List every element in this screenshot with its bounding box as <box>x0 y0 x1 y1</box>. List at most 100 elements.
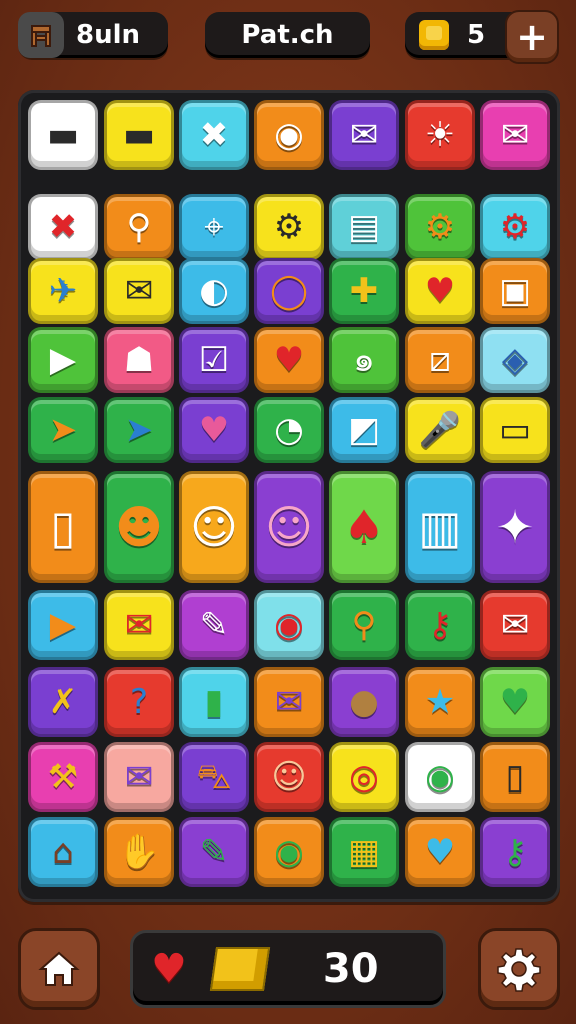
tile-map-pin[interactable]: ⌖ <box>179 194 249 260</box>
tile-phone[interactable]: ▯ <box>28 471 98 583</box>
tile-plane[interactable]: ✈ <box>28 258 98 324</box>
tile-machine[interactable]: ▥ <box>405 471 475 583</box>
swirl-ball-icon: ◉ <box>425 757 455 797</box>
tile-envelope[interactable]: ✉ <box>104 258 174 324</box>
card-icon: ⧄ <box>429 340 451 380</box>
tile-arrow[interactable]: ➤ <box>104 397 174 463</box>
tile-swirl-ball[interactable]: ◉ <box>254 590 324 660</box>
cube-icon <box>209 947 270 991</box>
envelope-icon: ✉ <box>349 115 379 155</box>
tile-heart[interactable]: ♥ <box>405 258 475 324</box>
tile-cross[interactable]: ✚ <box>329 258 399 324</box>
tile-pen[interactable]: ✎ <box>179 817 249 887</box>
tile-envelope[interactable]: ✉ <box>254 667 324 737</box>
snail-icon: ๑ <box>353 340 375 380</box>
radio-icon: ⌂ <box>52 832 74 872</box>
tile-card[interactable]: ⧄ <box>405 327 475 393</box>
settings-button[interactable] <box>478 928 560 1010</box>
tile-tablet[interactable]: ▯ <box>480 742 550 812</box>
tile-catapult[interactable]: ⚒ <box>28 742 98 812</box>
tile-target[interactable]: ◎ <box>329 742 399 812</box>
microphone-icon: 🎤 <box>418 410 462 450</box>
tile-key[interactable]: ⚷ <box>480 817 550 887</box>
tile-radio[interactable]: ▣ <box>480 258 550 324</box>
tile-star[interactable]: ★ <box>405 667 475 737</box>
tablet-icon: ▯ <box>505 757 525 797</box>
tile-card[interactable]: ✉ <box>104 590 174 660</box>
tile-sun-face[interactable]: ☀ <box>405 100 475 170</box>
tile-wrench[interactable]: ✗ <box>28 667 98 737</box>
swirl-ball-icon: ◉ <box>274 832 304 872</box>
tile-radio[interactable]: ⌂ <box>28 817 98 887</box>
tile-play[interactable]: ▶ <box>28 327 98 393</box>
magnifier-icon: ⚲ <box>126 207 152 247</box>
level-label: 8uln <box>76 20 141 50</box>
heart-icon: ♥ <box>424 832 456 872</box>
tile-flag[interactable]: ▬ <box>104 100 174 170</box>
add-coins-button[interactable]: + <box>505 10 559 64</box>
tile-leaf-sparkle[interactable]: ✦ <box>480 471 550 583</box>
tile-cube[interactable]: ▦ <box>329 817 399 887</box>
tile-swirl-ball[interactable]: ◉ <box>254 100 324 170</box>
game-title: Pat.ch <box>241 20 334 50</box>
envelope-icon: ✉ <box>274 682 304 722</box>
envelope-icon: ✉ <box>124 271 154 311</box>
tile-gears[interactable]: ⚙ <box>254 194 324 260</box>
tile-envelope[interactable]: ✉ <box>329 100 399 170</box>
tile-flag[interactable]: ▬ <box>28 100 98 170</box>
tile-diamond-box[interactable]: ◈ <box>480 327 550 393</box>
pen-icon: ✎ <box>199 832 229 872</box>
tile-envelope[interactable]: ✉ <box>104 742 174 812</box>
tile-magnifier[interactable]: ⚲ <box>104 194 174 260</box>
tile-book[interactable]: ▤ <box>329 194 399 260</box>
phone-icon: ▯ <box>50 500 76 554</box>
tile-monster[interactable]: ☗ <box>104 327 174 393</box>
tile-swirl-ball[interactable]: ◉ <box>405 742 475 812</box>
tile-face[interactable]: ● <box>329 667 399 737</box>
car-icon: ⛍ <box>196 757 232 797</box>
tile-swirl[interactable]: ◔ <box>254 397 324 463</box>
tile-heart[interactable]: ♥ <box>405 817 475 887</box>
tile-snail[interactable]: ๑ <box>329 327 399 393</box>
tile-arrow[interactable]: ➤ <box>28 397 98 463</box>
tile-window[interactable]: ▭ <box>480 397 550 463</box>
tile-bone[interactable]: ✎ <box>179 590 249 660</box>
tile-swirl-ball[interactable]: ◉ <box>254 817 324 887</box>
tile-envelope[interactable]: ✉ <box>480 100 550 170</box>
tile-heart[interactable]: ♥ <box>254 327 324 393</box>
tile-magnifier[interactable]: ⚲ <box>329 590 399 660</box>
tile-gear[interactable]: ⚙ <box>480 194 550 260</box>
home-button[interactable] <box>18 928 100 1010</box>
map-pin-icon: ⌖ <box>204 207 224 247</box>
chair-icon <box>18 12 64 58</box>
lollipop-icon: ♠ <box>343 500 385 554</box>
tile-cat-face[interactable]: ☺ <box>179 471 249 583</box>
tile-x-mark[interactable]: ✖ <box>28 194 98 260</box>
window-icon: ▭ <box>498 410 532 450</box>
tile-tiki-mask[interactable]: ☻ <box>104 471 174 583</box>
hand-icon: ✋ <box>117 832 161 872</box>
tile-gear[interactable]: ⚙ <box>405 194 475 260</box>
tile-ring[interactable]: ◯ <box>254 258 324 324</box>
tile-car[interactable]: ⛍ <box>179 742 249 812</box>
tile-heart[interactable]: ♥ <box>480 667 550 737</box>
tile-hand[interactable]: ✋ <box>104 817 174 887</box>
tile-hook[interactable]: ? <box>104 667 174 737</box>
coin-icon <box>419 20 449 50</box>
tile-key[interactable]: ⚷ <box>405 590 475 660</box>
tile-flag[interactable]: ▶ <box>28 590 98 660</box>
tile-battery[interactable]: ▮ <box>179 667 249 737</box>
tile-check-box[interactable]: ☑ <box>179 327 249 393</box>
tile-fish[interactable]: ◐ <box>179 258 249 324</box>
tile-x-mark[interactable]: ✖ <box>179 100 249 170</box>
heart-arrow-icon: ♥ <box>151 946 187 992</box>
tile-envelope[interactable]: ✉ <box>480 590 550 660</box>
tile-microphone[interactable]: 🎤 <box>405 397 475 463</box>
coin-display: 5 + <box>405 10 559 64</box>
tile-arrow-box[interactable]: ◩ <box>329 397 399 463</box>
tile-fox[interactable]: ☺ <box>254 742 324 812</box>
tile-lollipop[interactable]: ♠ <box>329 471 399 583</box>
tile-cat-figure[interactable]: ☺ <box>254 471 324 583</box>
leaf-sparkle-icon: ✦ <box>495 500 535 554</box>
tile-heart[interactable]: ♥ <box>179 397 249 463</box>
